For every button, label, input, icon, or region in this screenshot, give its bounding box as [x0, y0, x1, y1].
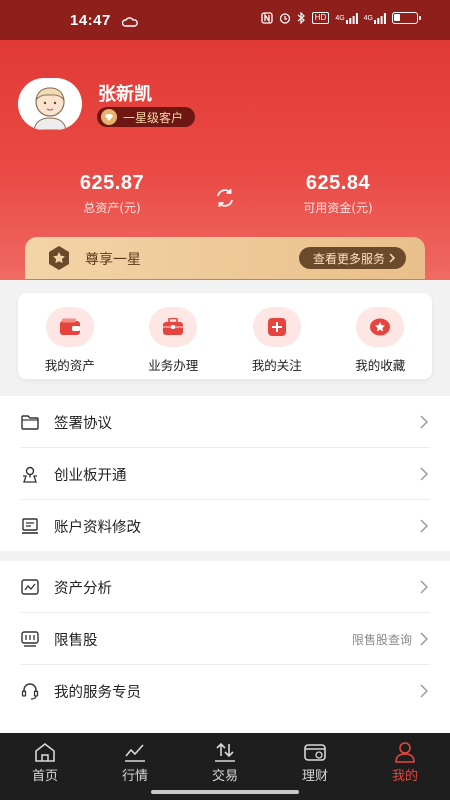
available-funds-value: 625.84 [305, 172, 371, 194]
finance-icon [304, 744, 326, 761]
medal-icon [45, 244, 73, 272]
nfc-icon [261, 12, 273, 24]
quick-label: 我的收藏 [355, 358, 406, 373]
profile-header: 张新凯 一星级客户 625.87 总资产(元) 625.84 可用资金(元) 尊… [0, 40, 450, 280]
star-icon [356, 307, 405, 347]
service-menu: 资产分析 限售股 限售股查询 我的服务专员 [0, 561, 450, 733]
quick-item-favorites[interactable]: 我的收藏 [329, 293, 433, 379]
trade-icon [215, 742, 235, 762]
list-item-asset-analysis[interactable]: 资产分析 [0, 561, 450, 613]
chevron-right-icon [420, 632, 428, 646]
nav-label: 我的 [391, 769, 418, 784]
headset-icon [20, 681, 40, 701]
list-item-account-info[interactable]: 账户资料修改 [0, 500, 450, 552]
available-funds-label: 可用资金(元) [303, 201, 373, 215]
vip-bar[interactable]: 尊享一星 查看更多服务 [25, 237, 425, 279]
list-item-label: 资产分析 [54, 580, 112, 597]
level-badge[interactable]: 一星级客户 [97, 107, 196, 127]
status-bar: 14:47 HD 4G 4G [0, 0, 450, 40]
list-item-label: 签署协议 [54, 415, 112, 432]
folder-icon [20, 412, 40, 432]
diamond-icon [101, 109, 117, 125]
list-item-label: 限售股 [54, 632, 98, 649]
quick-menu: 我的资产 业务办理 我的关注 我的收藏 [18, 293, 432, 379]
chevron-right-icon [420, 580, 428, 594]
signal-icon-2: 4G [364, 12, 386, 24]
nav-home[interactable]: 首页 [0, 733, 90, 800]
chevron-right-icon [420, 684, 428, 698]
quick-item-watchlist[interactable]: 我的关注 [225, 293, 329, 379]
nav-label: 行情 [121, 769, 148, 784]
total-assets-label: 总资产(元) [83, 201, 141, 215]
battery-icon [392, 12, 421, 24]
list-item-label: 创业板开通 [54, 467, 127, 484]
list-item-service-agent[interactable]: 我的服务专员 [0, 665, 450, 717]
quick-item-business[interactable]: 业务办理 [122, 293, 226, 379]
id-card-icon [20, 516, 40, 536]
nav-label: 交易 [211, 769, 238, 784]
list-item-sign-agreement[interactable]: 签署协议 [0, 396, 450, 448]
nav-label: 理财 [301, 769, 328, 784]
avatar-illustration [33, 87, 67, 130]
more-services-button[interactable]: 查看更多服务 [298, 247, 406, 269]
level-label: 一星级客户 [123, 110, 184, 125]
bluetooth-icon [297, 12, 306, 24]
nav-mine[interactable]: 我的 [360, 733, 450, 800]
user-icon [395, 742, 415, 763]
total-assets[interactable]: 625.87 总资产(元) [42, 172, 182, 216]
list-item-label: 账户资料修改 [54, 519, 141, 536]
quick-label: 业务办理 [148, 358, 199, 373]
quick-label: 我的关注 [251, 358, 302, 373]
plus-square-icon [252, 307, 301, 347]
chart-icon [20, 577, 40, 597]
list-item-restricted-stock[interactable]: 限售股 限售股查询 [0, 613, 450, 665]
chevron-right-icon [389, 253, 396, 263]
market-icon [125, 744, 145, 762]
signal-icon: 4G [335, 12, 358, 24]
refresh-icon[interactable] [213, 186, 237, 210]
chevron-right-icon [420, 519, 428, 533]
alarm-icon [279, 12, 291, 24]
quick-item-my-assets[interactable]: 我的资产 [18, 293, 122, 379]
available-funds[interactable]: 625.84 可用资金(元) [268, 172, 408, 216]
home-indicator [151, 790, 299, 794]
list-item-chinext[interactable]: 创业板开通 [0, 448, 450, 500]
list-item-label: 我的服务专员 [54, 684, 141, 701]
more-services-label: 查看更多服务 [312, 251, 385, 266]
avatar[interactable] [18, 78, 82, 130]
map-pin-icon [20, 464, 40, 484]
home-icon [35, 742, 55, 762]
status-icons: HD 4G 4G [261, 12, 421, 24]
user-name: 张新凯 [98, 84, 152, 105]
nav-label: 首页 [31, 769, 58, 784]
account-menu: 签署协议 创业板开通 账户资料修改 [0, 396, 450, 551]
status-time: 14:47 [70, 12, 111, 29]
quick-label: 我的资产 [44, 358, 95, 373]
battery-level [394, 14, 400, 21]
hd-badge: HD [311, 12, 330, 24]
briefcase-icon [149, 307, 198, 347]
restricted-stock-query: 限售股查询 [351, 632, 412, 647]
restricted-stock-icon [20, 629, 40, 649]
cloud-icon [121, 14, 138, 27]
chevron-right-icon [420, 415, 428, 429]
wallet-icon [45, 307, 94, 347]
total-assets-value: 625.87 [79, 172, 145, 194]
chevron-right-icon [420, 467, 428, 481]
vip-title: 尊享一星 [85, 252, 141, 268]
